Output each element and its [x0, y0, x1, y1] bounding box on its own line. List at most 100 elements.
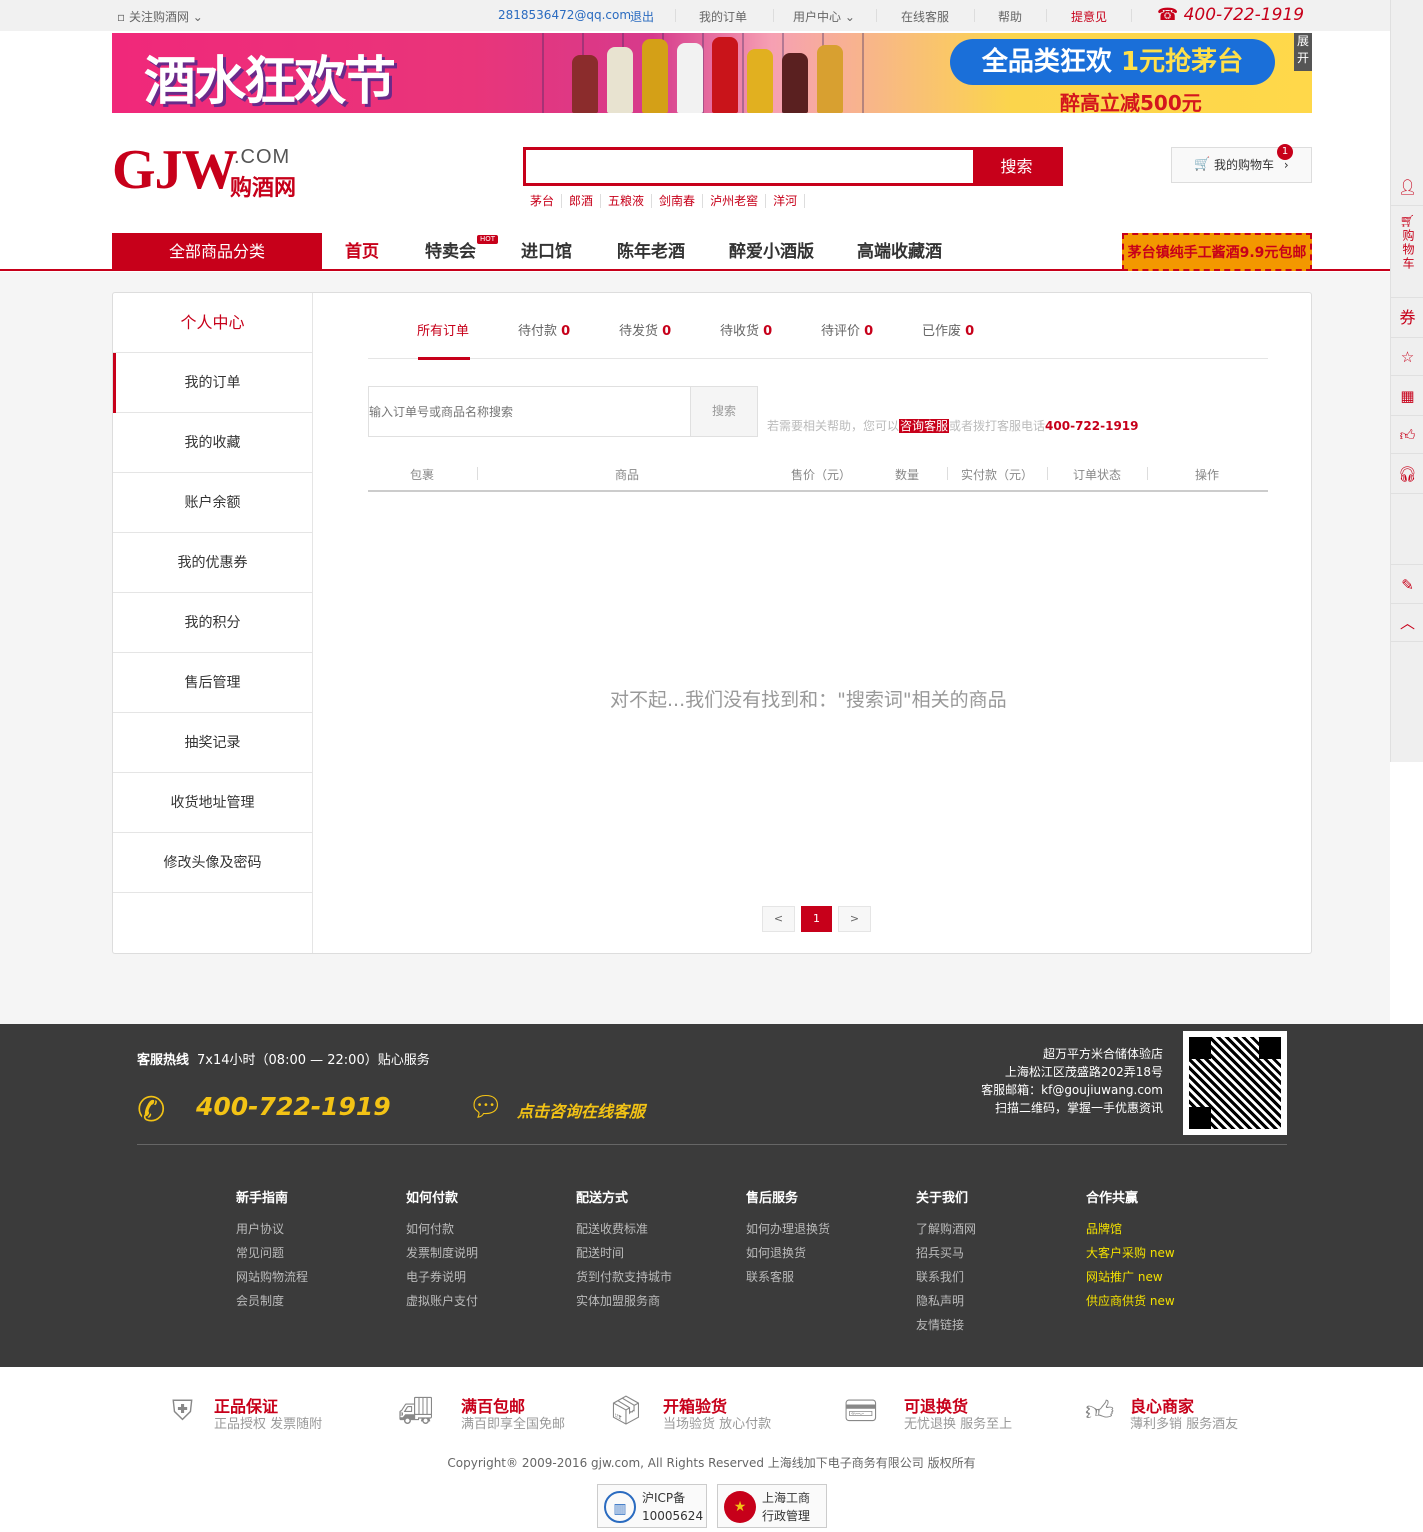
phone-icon: ☎: [1157, 5, 1179, 25]
footer-link[interactable]: 实体加盟服务商: [576, 1289, 672, 1313]
nav-premium[interactable]: 高端收藏酒: [857, 233, 942, 271]
footer-link[interactable]: 友情链接: [916, 1313, 976, 1337]
cart-button[interactable]: 🛒 我的购物车 › 1: [1171, 144, 1312, 183]
nav-promo-banner[interactable]: 茅台镇纯手工酱酒9.9元包邮: [1122, 233, 1312, 271]
qrcode-icon[interactable]: ▦: [1391, 376, 1423, 416]
nav-aged-liquor[interactable]: 陈年老酒: [617, 233, 685, 271]
footer-link[interactable]: 招兵买马: [916, 1241, 976, 1265]
page-button[interactable]: 1: [801, 906, 832, 932]
divider: [974, 9, 975, 22]
footer-link[interactable]: 电子券说明: [406, 1265, 478, 1289]
footer-link[interactable]: 网站购物流程: [236, 1265, 308, 1289]
prev-page-button[interactable]: <: [762, 906, 795, 932]
online-service-link[interactable]: 在线客服: [901, 8, 949, 25]
sidebar-item-address[interactable]: 收货地址管理: [113, 773, 312, 833]
footer-link[interactable]: 网站推广 new: [1086, 1265, 1175, 1289]
all-categories-button[interactable]: 全部商品分类: [112, 233, 322, 271]
tab-pending-receipt[interactable]: 待收货 0: [720, 320, 772, 339]
thumbs-up-icon[interactable]: 👍︎: [1391, 416, 1423, 454]
site-logo[interactable]: GJW .COM 购酒网: [112, 142, 296, 201]
footer-link[interactable]: 了解购酒网: [916, 1217, 976, 1241]
sidebar-item-orders[interactable]: 我的订单: [113, 353, 312, 413]
right-cart-button[interactable]: 🛒︎ 购物车: [1391, 206, 1423, 298]
order-search-button[interactable]: 搜索: [690, 387, 757, 436]
search-input[interactable]: [526, 150, 974, 183]
cert-line: 上海工商: [762, 1491, 811, 1505]
online-service-link[interactable]: 点击咨询在线客服: [517, 1098, 645, 1122]
search-button[interactable]: 搜索: [973, 150, 1060, 183]
cert-line: 行政管理: [762, 1509, 811, 1523]
sidebar-item-lottery[interactable]: 抽奖记录: [113, 713, 312, 773]
footer-link[interactable]: 如何付款: [406, 1217, 478, 1241]
sidebar-item-coupons[interactable]: 我的优惠券: [113, 533, 312, 593]
user-icon[interactable]: 👤︎: [1391, 168, 1423, 206]
emblem-icon: ★: [724, 1491, 756, 1523]
tab-cancelled[interactable]: 已作废 0: [922, 320, 974, 339]
tab-all-orders[interactable]: 所有订单: [417, 320, 469, 339]
footer-link[interactable]: 联系我们: [916, 1265, 976, 1289]
user-center-dropdown[interactable]: 用户中心 ⌄: [793, 8, 855, 25]
footer-link[interactable]: 货到付款支持城市: [576, 1265, 672, 1289]
order-search-input[interactable]: [369, 387, 689, 436]
tab-pending-payment[interactable]: 待付款 0: [518, 320, 570, 339]
footer-link[interactable]: 虚拟账户支付: [406, 1289, 478, 1313]
next-page-button[interactable]: >: [838, 906, 871, 932]
hot-keyword[interactable]: 茅台: [523, 194, 563, 208]
sidebar-item-points[interactable]: 我的积分: [113, 593, 312, 653]
edit-icon[interactable]: ✎: [1391, 564, 1423, 604]
hot-keyword[interactable]: 洋河: [766, 194, 806, 208]
tab-pending-review[interactable]: 待评价 0: [821, 320, 873, 339]
logout-link[interactable]: 退出: [630, 8, 654, 25]
nav-import[interactable]: 进口馆: [521, 233, 572, 271]
sidebar-item-after-sales[interactable]: 售后管理: [113, 653, 312, 713]
phone-icon: ✆: [137, 1090, 166, 1130]
footer-divider: [137, 1144, 1287, 1145]
footer-link[interactable]: 品牌馆: [1086, 1217, 1175, 1241]
sidebar-item-profile[interactable]: 修改头像及密码: [113, 833, 312, 893]
footer-link[interactable]: 隐私声明: [916, 1289, 976, 1313]
footer-link[interactable]: 配送时间: [576, 1241, 672, 1265]
main-nav: 全部商品分类 首页 特卖会 HOT 进口馆 陈年老酒 醉爱小酒版 高端收藏酒 茅…: [0, 233, 1390, 271]
follow-link[interactable]: ▫ 关注购酒网 ⌄: [117, 8, 203, 25]
star-icon[interactable]: ☆: [1391, 338, 1423, 376]
consult-service-link[interactable]: 咨询客服: [899, 419, 950, 433]
back-to-top-icon[interactable]: ︿: [1391, 604, 1423, 642]
feedback-link[interactable]: 提意见: [1071, 8, 1107, 25]
my-orders-link[interactable]: 我的订单: [699, 8, 747, 25]
hot-keyword[interactable]: 泸州老窖: [703, 194, 767, 208]
footer-link[interactable]: 会员制度: [236, 1289, 308, 1313]
banner-expand-button[interactable]: 展开: [1294, 33, 1312, 71]
footer-link[interactable]: 如何退换货: [746, 1241, 830, 1265]
help-link[interactable]: 帮助: [998, 8, 1022, 25]
promo-banner[interactable]: 酒水狂欢节 全品类狂欢 1元抢茅台 醉高立减500元 展开: [112, 33, 1312, 113]
footer-link[interactable]: 供应商供货 new: [1086, 1289, 1175, 1313]
new-tag: new: [1149, 1246, 1175, 1260]
headset-icon[interactable]: 🎧︎: [1391, 454, 1423, 494]
hot-keyword[interactable]: 剑南春: [652, 194, 704, 208]
addr-line: 扫描二维码，掌握一手优惠资讯: [994, 1101, 1163, 1115]
cert-line: 10005624: [642, 1509, 704, 1523]
nav-flash-sale[interactable]: 特卖会: [425, 233, 476, 271]
footer-link[interactable]: 大客户采购 new: [1086, 1241, 1175, 1265]
sidebar-item-favorites[interactable]: 我的收藏: [113, 413, 312, 473]
hot-keyword[interactable]: 郎酒: [562, 194, 602, 208]
user-email[interactable]: 2818536472@qq.com: [498, 8, 631, 22]
icp-cert-badge[interactable]: ▥ 沪ICP备 10005624: [597, 1484, 707, 1528]
business-cert-badge[interactable]: ★ 上海工商 行政管理: [717, 1484, 827, 1528]
logo-cn: 购酒网: [230, 176, 297, 201]
footer-link[interactable]: 联系客服: [746, 1265, 830, 1289]
footer-link[interactable]: 常见问题: [236, 1241, 308, 1265]
divider: [1046, 9, 1047, 22]
footer-link-label: 大客户采购: [1086, 1246, 1147, 1260]
coupon-button[interactable]: 券: [1391, 298, 1423, 338]
hot-keyword[interactable]: 五粮液: [601, 194, 653, 208]
nav-home[interactable]: 首页: [345, 233, 379, 271]
tab-pending-shipment[interactable]: 待发货 0: [619, 320, 671, 339]
sidebar-item-balance[interactable]: 账户余额: [113, 473, 312, 533]
nav-mini-bottle[interactable]: 醉爱小酒版: [729, 233, 814, 271]
footer-link[interactable]: 如何办理退换货: [746, 1217, 830, 1241]
footer-link[interactable]: 配送收费标准: [576, 1217, 672, 1241]
footer-link[interactable]: 用户协议: [236, 1217, 308, 1241]
store-address: 超万平方米合储体验店 上海松江区茂盛路202弄18号 客服邮箱：kf@gouji…: [981, 1045, 1163, 1117]
footer-link[interactable]: 发票制度说明: [406, 1241, 478, 1265]
